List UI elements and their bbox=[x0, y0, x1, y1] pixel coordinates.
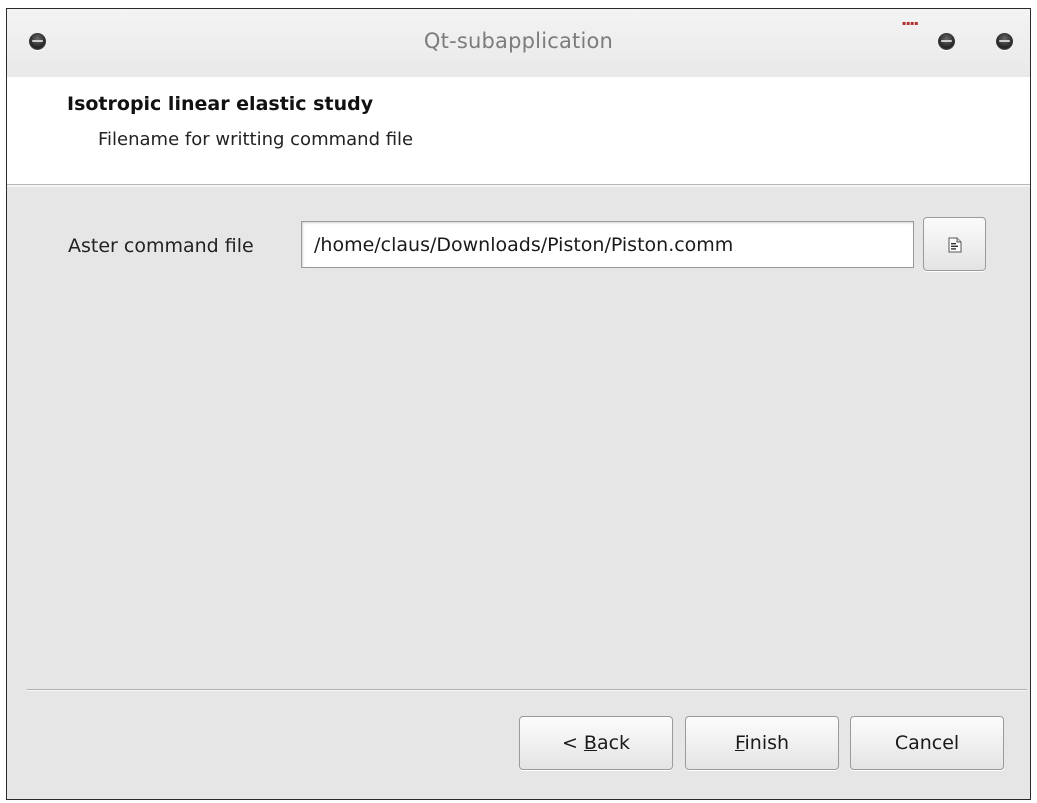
back-button-mnemonic: B bbox=[583, 732, 597, 754]
header-divider bbox=[7, 185, 1030, 187]
cancel-button[interactable]: Cancel bbox=[850, 716, 1004, 770]
wizard-page-title: Isotropic linear elastic study bbox=[67, 93, 374, 115]
wizard-header: Isotropic linear elastic study Filename … bbox=[7, 77, 1030, 185]
close-icon[interactable] bbox=[996, 33, 1013, 50]
document-icon bbox=[948, 237, 962, 253]
aster-command-file-label: Aster command file bbox=[68, 235, 254, 257]
title-bar[interactable]: Qt-subapplication ▪▪▪▪ bbox=[7, 9, 1030, 77]
button-area-divider-highlight bbox=[27, 690, 1027, 691]
wizard-window: Qt-subapplication ▪▪▪▪ Isotropic linear … bbox=[6, 8, 1031, 800]
back-button-label: ack bbox=[596, 732, 631, 754]
finish-button[interactable]: Finish bbox=[685, 716, 839, 770]
finish-button-mnemonic: F bbox=[734, 732, 745, 754]
window-title: Qt-subapplication bbox=[423, 29, 614, 53]
tiny-indicator-icon: ▪▪▪▪ bbox=[902, 20, 919, 27]
back-button[interactable]: < Back bbox=[519, 716, 673, 770]
back-button-prefix: < bbox=[561, 732, 584, 754]
minimize-icon[interactable] bbox=[938, 33, 955, 50]
aster-command-file-input[interactable] bbox=[301, 221, 914, 268]
finish-button-label: inish bbox=[744, 732, 790, 754]
wizard-page-subtitle: Filename for writting command file bbox=[98, 129, 414, 150]
browse-file-button[interactable] bbox=[923, 217, 986, 271]
